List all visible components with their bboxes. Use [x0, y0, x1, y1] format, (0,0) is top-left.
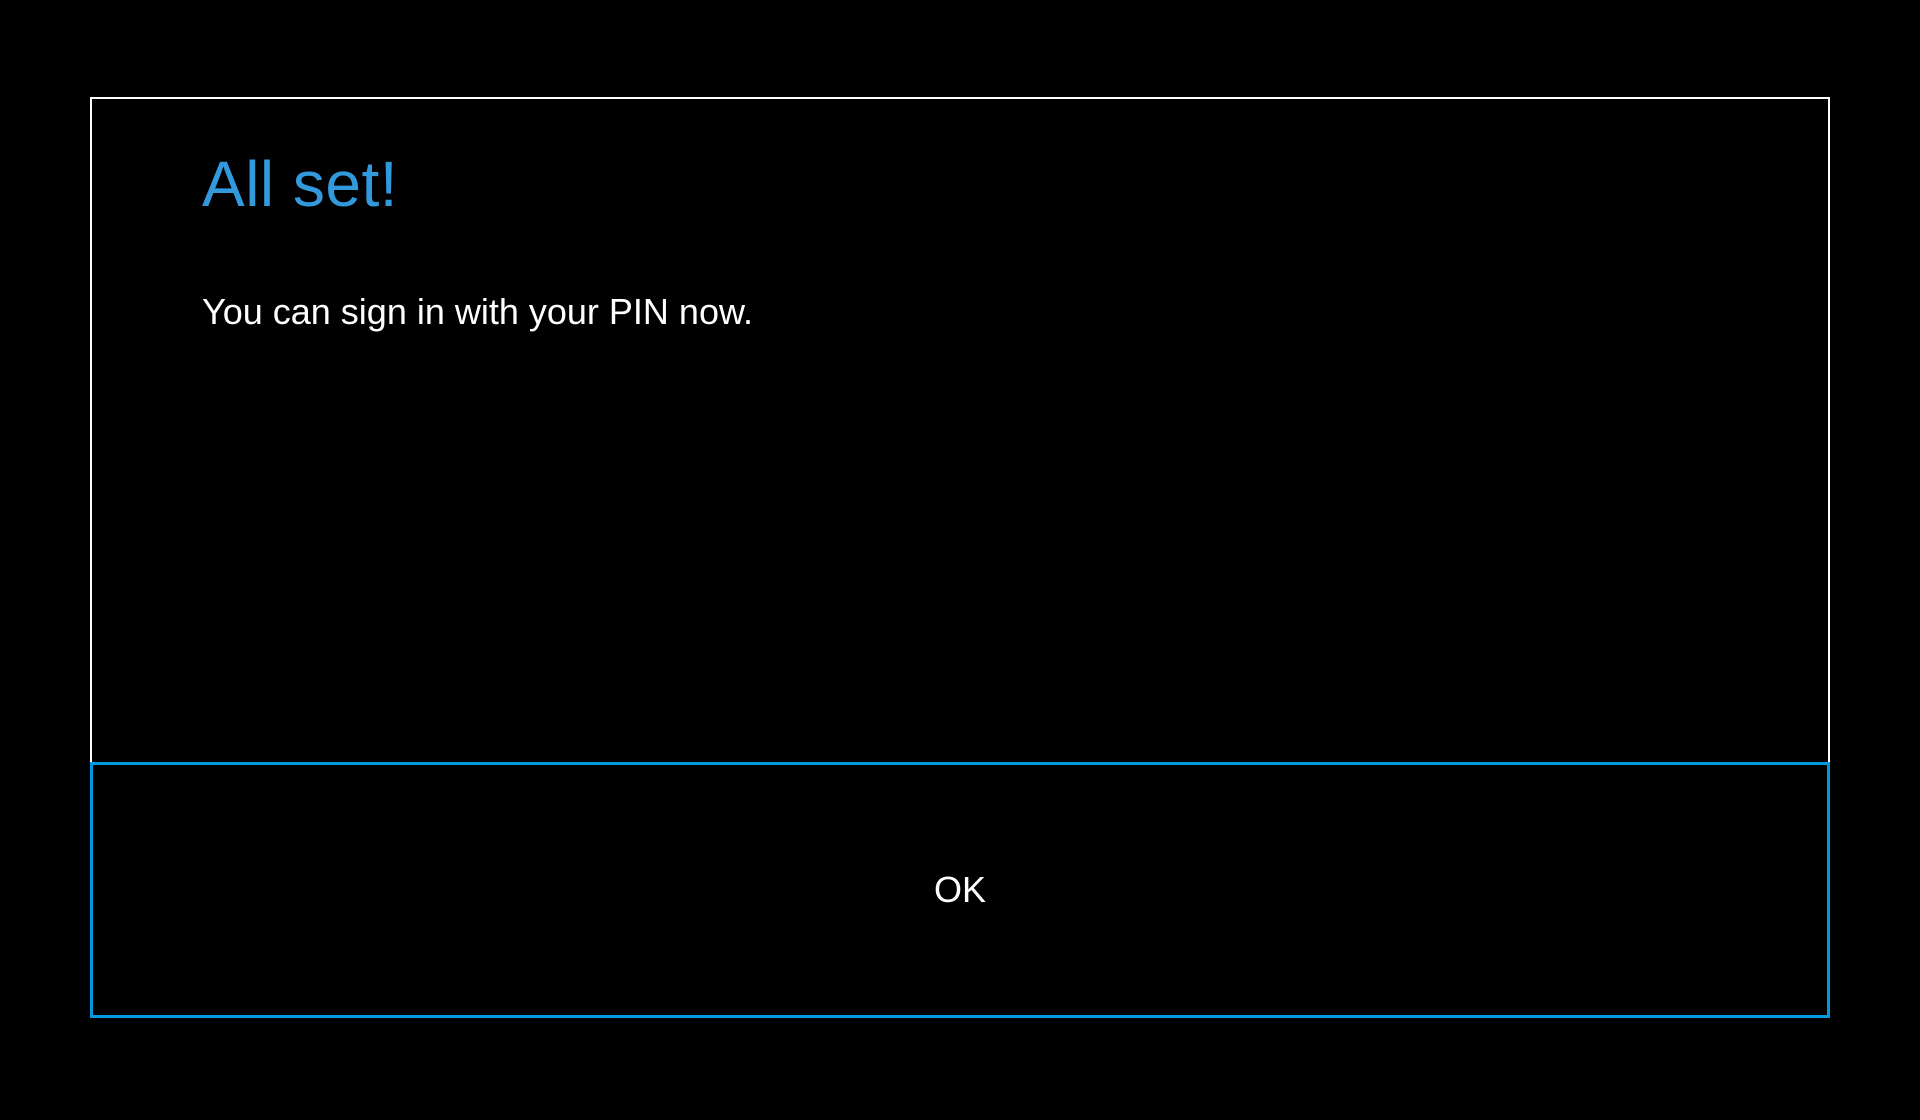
- dialog-content: All set! You can sign in with your PIN n…: [92, 99, 1828, 762]
- dialog-body-text: You can sign in with your PIN now.: [202, 291, 1718, 333]
- dialog-title: All set!: [202, 147, 1718, 221]
- pin-setup-dialog: All set! You can sign in with your PIN n…: [90, 97, 1830, 1018]
- ok-button[interactable]: OK: [90, 762, 1830, 1018]
